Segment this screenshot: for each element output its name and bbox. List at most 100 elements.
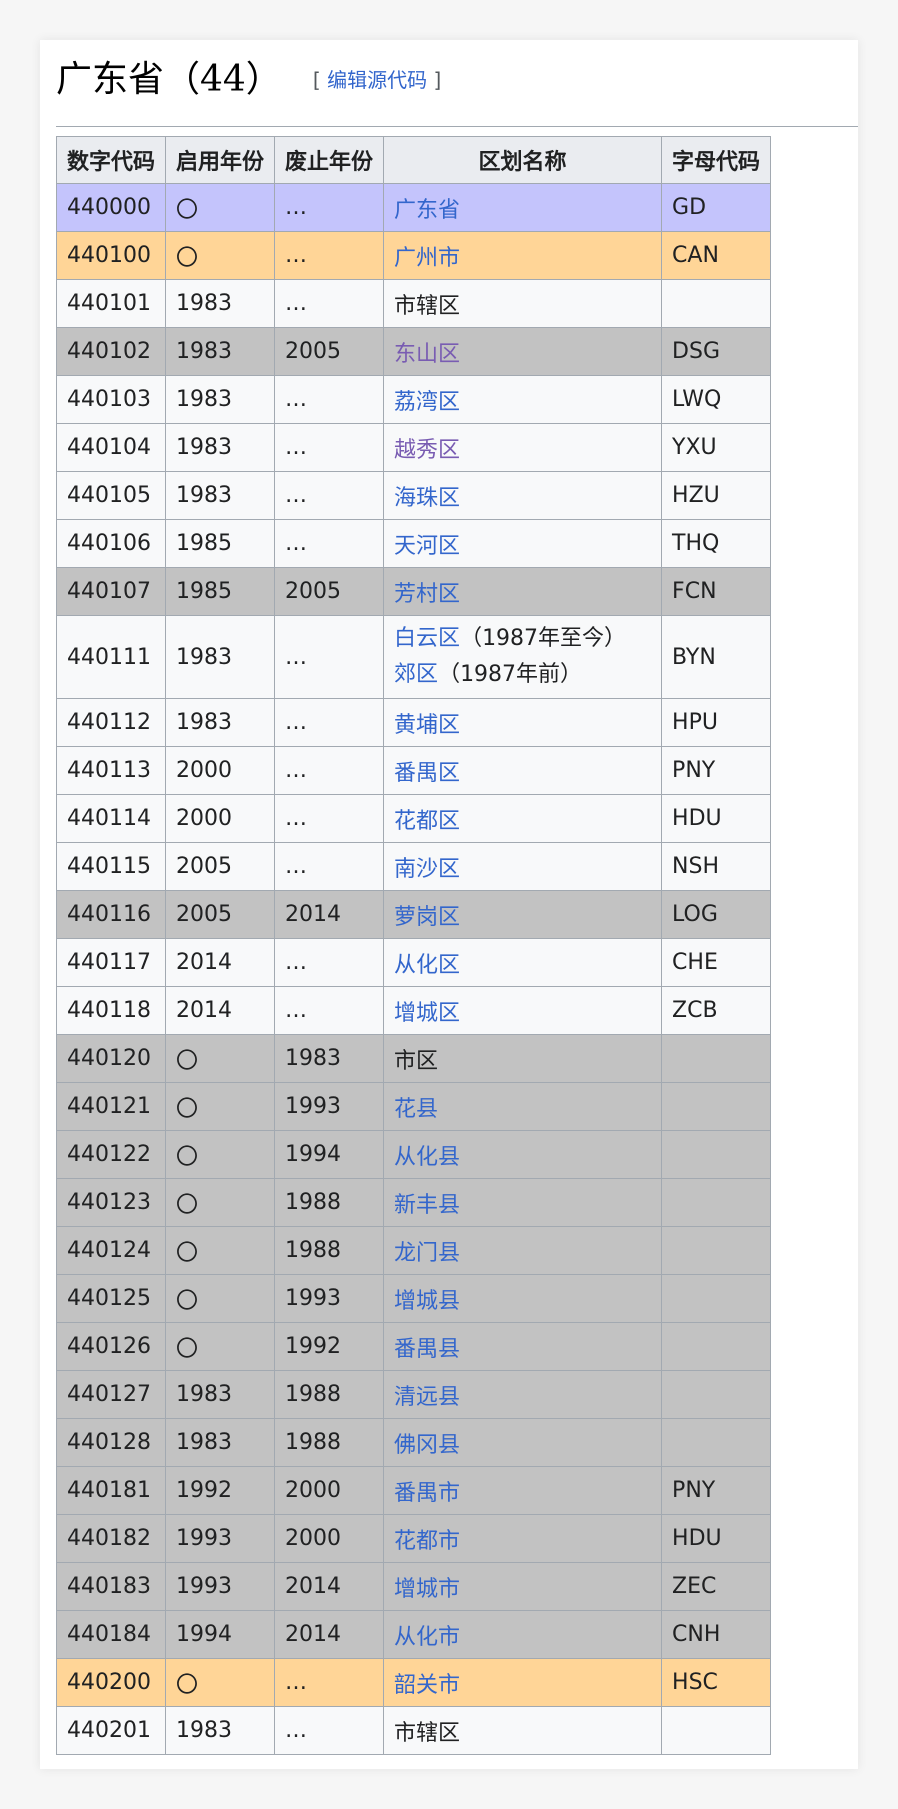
cell-division-name: 佛冈县: [383, 1418, 663, 1467]
cell-end-year: 1983: [274, 1034, 385, 1083]
division-link[interactable]: 花都市: [394, 1529, 460, 1554]
table-row: 440121 〇 1993 花县: [55, 1082, 772, 1131]
edit-source-link[interactable]: 编辑源代码: [327, 68, 427, 92]
cell-start-year: 〇: [165, 1178, 276, 1227]
cell-alpha-code: LOG: [661, 890, 772, 939]
division-link[interactable]: 花都区: [394, 809, 460, 834]
division-link[interactable]: 番禺区: [394, 761, 460, 786]
edit-bracket-close: ]: [433, 68, 442, 92]
division-link[interactable]: 海珠区: [394, 486, 460, 511]
table-row: 440125 〇 1993 增城县: [55, 1274, 772, 1323]
cell-start-year: 1983: [165, 615, 276, 699]
cell-division-name: 黄埔区: [383, 698, 663, 747]
cell-numeric-code: 440112: [55, 698, 167, 747]
cell-end-year: …: [274, 375, 385, 424]
cell-division-name: 番禺市: [383, 1466, 663, 1515]
table-row: 440127 1983 1988 清远县: [55, 1370, 772, 1419]
division-link[interactable]: 从化区: [394, 953, 460, 978]
cell-start-year: 1983: [165, 1370, 276, 1419]
cell-numeric-code: 440121: [55, 1082, 167, 1131]
cell-start-year: 1983: [165, 1418, 276, 1467]
division-name-text: 市区: [394, 1048, 439, 1074]
division-link[interactable]: 增城区: [394, 1001, 460, 1026]
division-link[interactable]: 南沙区: [394, 857, 460, 882]
table-row: 440114 2000… 花都区 HDU: [55, 794, 772, 843]
cell-end-year: 1988: [274, 1178, 385, 1227]
division-link[interactable]: 番禺县: [394, 1337, 460, 1362]
cell-end-year: …: [274, 1706, 385, 1755]
cell-division-name: 龙门县: [383, 1226, 663, 1275]
division-link[interactable]: 清远县: [394, 1385, 460, 1410]
cell-division-name: 增城区: [383, 986, 663, 1035]
cell-alpha-code: [661, 1034, 772, 1083]
cell-alpha-code: LWQ: [661, 375, 772, 424]
edit-section-link-wrapper: [ 编辑源代码 ]: [313, 64, 441, 93]
division-link[interactable]: 从化市: [394, 1625, 460, 1650]
cell-division-name: 荔湾区: [383, 375, 663, 424]
cell-alpha-code: [661, 1178, 772, 1227]
cell-start-year: 1983: [165, 375, 276, 424]
cell-division-name: 清远县: [383, 1370, 663, 1419]
cell-alpha-code: ZEC: [661, 1562, 772, 1611]
cell-alpha-code: [661, 1082, 772, 1131]
division-link[interactable]: 从化县: [394, 1145, 460, 1170]
cell-alpha-code: CNH: [661, 1610, 772, 1659]
cell-start-year: 1994: [165, 1610, 276, 1659]
section-heading: 广东省（44） [ 编辑源代码 ]: [56, 58, 858, 127]
cell-alpha-code: HDU: [661, 1514, 772, 1563]
header-end-year: 废止年份: [274, 136, 385, 184]
cell-division-name: 萝岗区: [383, 890, 663, 939]
division-link[interactable]: 龙门县: [394, 1241, 460, 1266]
header-alpha-code: 字母代码: [661, 136, 772, 184]
division-link[interactable]: 东山区: [394, 342, 460, 367]
cell-numeric-code: 440101: [55, 279, 167, 328]
division-link[interactable]: 荔湾区: [394, 390, 460, 415]
division-link[interactable]: 广州市: [394, 246, 460, 271]
division-link[interactable]: 芳村区: [394, 582, 460, 607]
cell-end-year: 1992: [274, 1322, 385, 1371]
division-link[interactable]: 黄埔区: [394, 713, 460, 738]
cell-start-year: 2000: [165, 794, 276, 843]
cell-start-year: 〇: [165, 1274, 276, 1323]
cell-end-year: …: [274, 986, 385, 1035]
cell-numeric-code: 440120: [55, 1034, 167, 1083]
table-row: 440106 1985… 天河区 THQ: [55, 519, 772, 568]
division-name-line: 郊区（1987年前）: [394, 657, 651, 693]
division-link[interactable]: 白云区: [394, 626, 460, 651]
table-row: 440116 2005 2014 萝岗区 LOG: [55, 890, 772, 939]
division-link[interactable]: 新丰县: [394, 1193, 460, 1218]
cell-numeric-code: 440183: [55, 1562, 167, 1611]
cell-end-year: 2014: [274, 1610, 385, 1659]
table-row: 440181 1992 2000 番禺市 PNY: [55, 1466, 772, 1515]
table-row: 440100 〇… 广州市 CAN: [55, 231, 772, 280]
division-link[interactable]: 花县: [394, 1097, 438, 1122]
division-link[interactable]: 佛冈县: [394, 1433, 460, 1458]
division-link[interactable]: 韶关市: [394, 1673, 460, 1698]
division-link[interactable]: 越秀区: [394, 438, 460, 463]
division-link[interactable]: 广东省: [394, 198, 460, 223]
cell-start-year: 2000: [165, 746, 276, 795]
division-link[interactable]: 番禺市: [394, 1481, 460, 1506]
cell-end-year: 2005: [274, 327, 385, 376]
content-card: 广东省（44） [ 编辑源代码 ] 数字代码 启用年份 废止年份 区划名称 字母…: [40, 40, 858, 1769]
division-period-note: （1987年前）: [438, 662, 583, 687]
table-row: 440105 1983… 海珠区 HZU: [55, 471, 772, 520]
cell-alpha-code: [661, 1130, 772, 1179]
division-link[interactable]: 天河区: [394, 534, 460, 559]
division-link[interactable]: 郊区: [394, 662, 438, 687]
table-row: 440120 〇 1983 市区: [55, 1034, 772, 1083]
cell-alpha-code: THQ: [661, 519, 772, 568]
cell-start-year: 2005: [165, 890, 276, 939]
cell-division-name: 市辖区: [383, 1706, 663, 1755]
table-row: 440000 〇… 广东省 GD: [55, 183, 772, 232]
division-link[interactable]: 萝岗区: [394, 905, 460, 930]
cell-start-year: 1985: [165, 519, 276, 568]
cell-alpha-code: HPU: [661, 698, 772, 747]
division-link[interactable]: 增城县: [394, 1289, 460, 1314]
cell-numeric-code: 440100: [55, 231, 167, 280]
cell-division-name: 市区: [383, 1034, 663, 1083]
division-name-text: 市辖区: [394, 1720, 461, 1746]
division-link[interactable]: 增城市: [394, 1577, 460, 1602]
cell-numeric-code: 440184: [55, 1610, 167, 1659]
cell-alpha-code: HZU: [661, 471, 772, 520]
